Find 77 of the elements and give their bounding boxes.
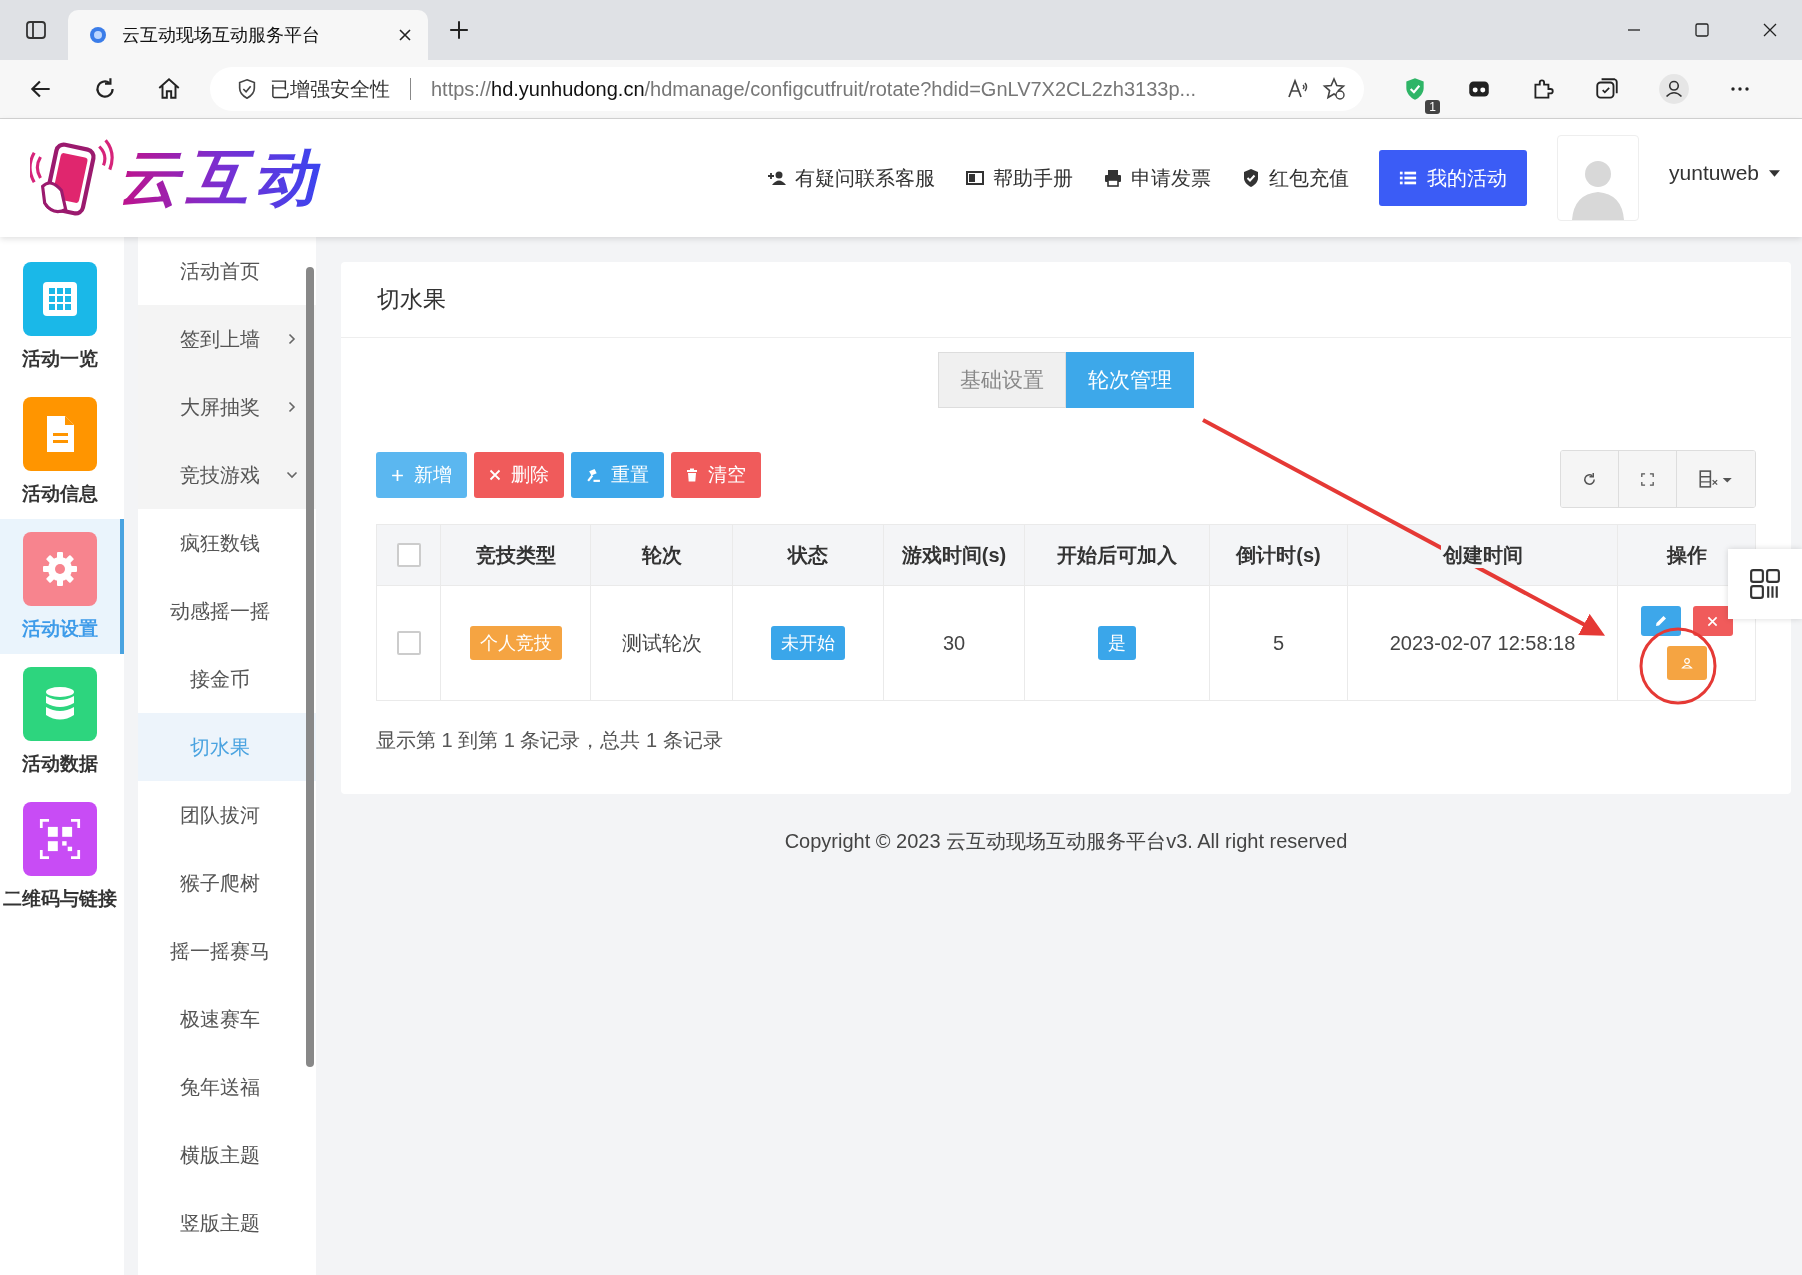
- copyright-text: Copyright © 2023 云互动现场互动服务平台v3. All right reserved: [783, 829, 1349, 854]
- refresh-icon: [1582, 471, 1597, 487]
- delete-button[interactable]: [1692, 606, 1733, 636]
- join-badge: 是: [1098, 626, 1136, 660]
- sidebar-item[interactable]: 活动信息: [0, 384, 124, 519]
- caret-icon: [1769, 169, 1780, 177]
- sidebar-item[interactable]: 二维码与链接: [0, 789, 124, 924]
- columns-button[interactable]: [1677, 451, 1755, 507]
- close-tab-icon[interactable]: [398, 28, 412, 42]
- pencil-icon: [1653, 614, 1668, 628]
- submenu-item[interactable]: 动感摇一摇: [138, 577, 316, 645]
- user-menu[interactable]: yuntuweb: [1669, 161, 1780, 185]
- printer-icon: [1103, 168, 1124, 188]
- close-icon: [1707, 615, 1718, 627]
- qr-float-button[interactable]: [1728, 549, 1802, 619]
- table-cell: 5: [1272, 631, 1285, 654]
- scrollbar[interactable]: [306, 267, 314, 1067]
- close-icon[interactable]: [1762, 22, 1778, 38]
- book-icon: [965, 168, 986, 188]
- status-badge: 未开始: [771, 626, 845, 660]
- fullscreen-icon: [1641, 472, 1654, 486]
- new-tab-icon[interactable]: [448, 19, 470, 41]
- sidebar-item[interactable]: 活动数据: [0, 654, 124, 789]
- select-all-checkbox[interactable]: [396, 543, 421, 568]
- submenu-item[interactable]: 竖版主题: [138, 1189, 316, 1257]
- submenu-item[interactable]: 摇一摇赛马: [138, 917, 316, 985]
- list-icon: [1399, 169, 1418, 187]
- plus-icon: [391, 468, 404, 482]
- table-cell: 测试轮次: [621, 631, 702, 654]
- type-badge: 个人竞技: [469, 626, 562, 660]
- page-title: 切水果: [341, 262, 1791, 338]
- column-header: 竞技类型: [473, 541, 558, 568]
- submenu-group[interactable]: 大屏抽奖: [138, 373, 316, 441]
- submenu-item[interactable]: 接金币: [138, 645, 316, 713]
- header-link[interactable]: 红包充值: [1241, 164, 1350, 192]
- chevron-icon: [288, 333, 296, 345]
- address-bar[interactable]: 已增强安全性 https://hd.yunhudong.cn/hdmanage/configcutfruit/rotate?hdid=GnLV7X2CL2zh3133p...: [210, 67, 1364, 111]
- tab-actions-icon[interactable]: [24, 18, 48, 42]
- pagination-summary: 显示第 1 到第 1 条记录，总共 1 条记录: [376, 728, 724, 753]
- maximize-icon[interactable]: [1694, 22, 1710, 38]
- user-icon: [1680, 657, 1693, 669]
- extension-badge: 1: [1425, 100, 1440, 114]
- grid-icon: [1749, 568, 1781, 600]
- submenu-item[interactable]: 猴子爬树: [138, 849, 316, 917]
- browser-tab[interactable]: 云互动现场互动服务平台: [68, 10, 428, 60]
- edit-button[interactable]: [1640, 606, 1681, 636]
- favorite-star-icon[interactable]: [1322, 77, 1346, 101]
- site-icon: [88, 25, 108, 45]
- gavel-icon: [586, 467, 601, 483]
- trash-icon: [686, 468, 698, 482]
- column-header: 开始后可加入: [1055, 541, 1179, 568]
- home-icon[interactable]: [156, 76, 182, 102]
- submenu-item[interactable]: 兔年送福: [138, 1053, 316, 1121]
- header-link[interactable]: 帮助手册: [965, 164, 1074, 192]
- url-text: https://hd.yunhudong.cn/hdmanage/configcutfruit/rotate?hdid=GnLV7X2CL2zh3133p...: [431, 77, 1198, 101]
- submenu-item[interactable]: 极速赛车: [138, 985, 316, 1053]
- security-label: 已增强安全性: [270, 76, 390, 102]
- table-cell: 30: [942, 631, 966, 654]
- table-cell: 2023-02-07 12:58:18: [1389, 631, 1576, 654]
- chevron-icon: [286, 471, 298, 479]
- row-checkbox[interactable]: [396, 631, 421, 656]
- header-link[interactable]: 申请发票: [1103, 164, 1212, 192]
- submenu-item[interactable]: 横版主题: [138, 1121, 316, 1189]
- shield-icon: [236, 78, 258, 100]
- header-link[interactable]: 有疑问联系客服: [767, 164, 936, 192]
- my-activities-button[interactable]: 我的活动: [1379, 150, 1528, 206]
- submenu-group[interactable]: 竞技游戏: [138, 441, 316, 509]
- submenu-item[interactable]: 活动首页: [138, 237, 316, 305]
- submenu-item[interactable]: 团队拔河: [138, 781, 316, 849]
- sidebar-item[interactable]: 活动一览: [0, 249, 124, 384]
- close-icon: [489, 469, 501, 481]
- submenu-item[interactable]: 疯狂数钱: [138, 509, 316, 577]
- collections-icon[interactable]: [1594, 76, 1620, 102]
- profile-icon[interactable]: [1658, 73, 1690, 105]
- submenu-group[interactable]: 签到上墙: [138, 305, 316, 373]
- chevron-icon: [288, 401, 296, 413]
- columns-icon: [1698, 470, 1734, 488]
